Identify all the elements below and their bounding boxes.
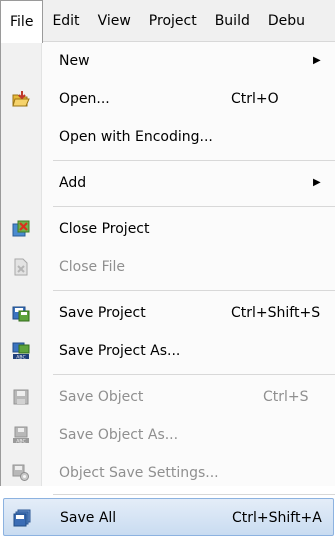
menu-item-open[interactable]: Open... Ctrl+O — [1, 80, 335, 118]
menu-separator — [53, 206, 335, 207]
save-object-icon — [13, 389, 29, 405]
menu-item-save-project-as[interactable]: ABC Save Project As... — [1, 332, 335, 370]
menu-item-label: Open with Encoding... — [59, 129, 213, 145]
menu-item-close-project[interactable]: Close Project — [1, 210, 335, 248]
menu-item-save-object-as[interactable]: ABC Save Object As... — [1, 416, 335, 454]
svg-text:ABC: ABC — [16, 438, 25, 444]
menu-separator — [53, 290, 335, 291]
menu-separator — [53, 160, 335, 161]
file-menu-dropdown: New ▶ Open... Ctrl+O Open with Encoding.… — [0, 42, 335, 536]
menu-item-save-all[interactable]: Save All Ctrl+Shift+A — [3, 498, 334, 536]
open-folder-icon — [12, 91, 30, 107]
menu-item-label: Save Object As... — [59, 427, 179, 443]
save-project-as-icon: ABC — [12, 342, 30, 360]
save-all-icon — [13, 509, 31, 527]
submenu-arrow-icon: ▶ — [313, 177, 321, 188]
menu-item-save-project[interactable]: Save Project Ctrl+Shift+S — [1, 294, 335, 332]
menu-item-shortcut: Ctrl+S — [263, 389, 309, 405]
menu-item-label: Close Project — [59, 221, 150, 237]
menu-item-shortcut: Ctrl+O — [231, 91, 279, 107]
menu-item-shortcut: Ctrl+Shift+S — [231, 305, 321, 321]
menu-item-label: Close File — [59, 259, 126, 275]
menu-separator — [53, 374, 335, 375]
menu-item-label: Add — [59, 175, 87, 191]
menu-item-label: Save Project As... — [59, 343, 181, 359]
menu-item-save-object[interactable]: Save Object Ctrl+S — [1, 378, 335, 416]
menu-item-label: Save Project — [59, 305, 146, 321]
svg-text:ABC: ABC — [16, 354, 25, 360]
menu-item-shortcut: Ctrl+Shift+A — [232, 510, 322, 526]
close-file-icon — [14, 258, 28, 276]
close-project-icon — [12, 220, 30, 237]
menu-item-new[interactable]: New ▶ — [1, 42, 335, 80]
menu-item-label: Save All — [60, 510, 117, 526]
save-project-icon — [12, 306, 30, 322]
menu-item-label: New — [59, 53, 90, 69]
object-save-settings-icon — [12, 464, 29, 481]
menu-item-open-with-encoding[interactable]: Open with Encoding... — [1, 118, 335, 156]
menu-project[interactable]: Project — [140, 0, 206, 42]
save-object-as-icon: ABC — [13, 426, 29, 444]
menu-separator — [53, 494, 335, 495]
menu-edit[interactable]: Edit — [43, 0, 88, 42]
menu-item-close-file[interactable]: Close File — [1, 248, 335, 286]
menu-item-label: Open... — [59, 91, 110, 107]
menu-item-add[interactable]: Add ▶ — [1, 164, 335, 202]
menu-item-object-save-settings[interactable]: Object Save Settings... — [1, 454, 335, 492]
menu-bar: File Edit View Project Build Debu — [0, 0, 335, 43]
submenu-arrow-icon: ▶ — [313, 55, 321, 66]
menu-item-label: Save Object — [59, 389, 144, 405]
menu-item-label: Object Save Settings... — [59, 465, 219, 481]
menu-debug[interactable]: Debu — [259, 0, 314, 42]
menu-build[interactable]: Build — [206, 0, 259, 42]
menu-file[interactable]: File — [0, 0, 44, 43]
menu-view[interactable]: View — [89, 0, 140, 42]
